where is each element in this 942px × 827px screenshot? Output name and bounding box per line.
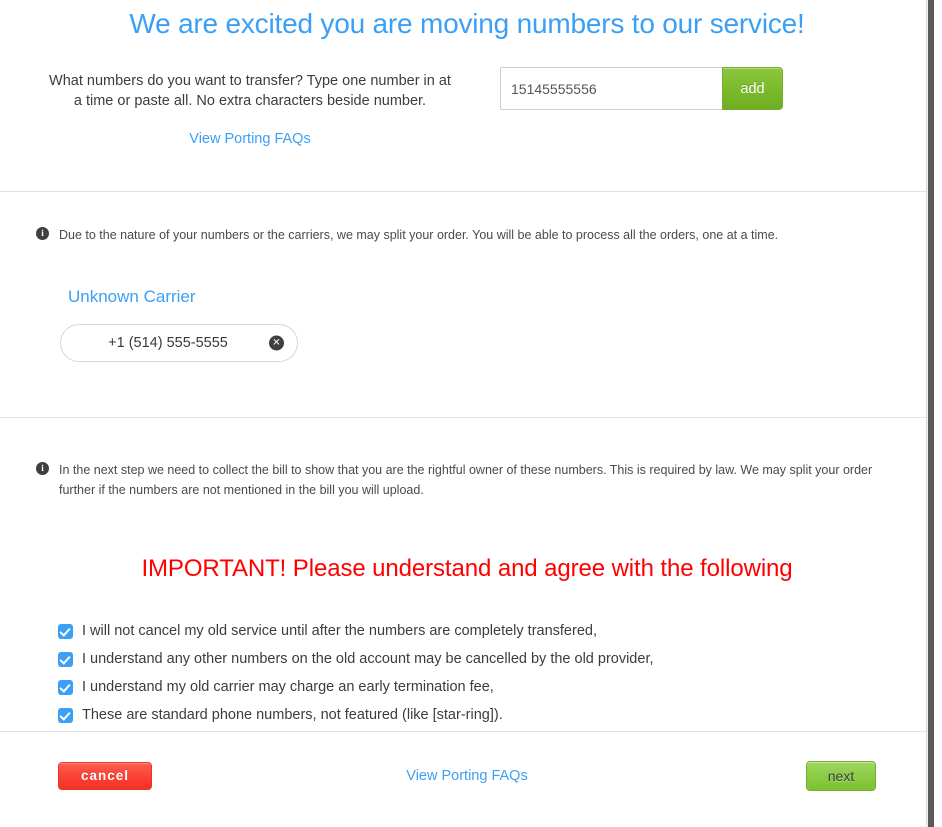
number-entry-group: add bbox=[500, 41, 783, 110]
agreement-item-label: I understand my old carrier may charge a… bbox=[82, 679, 494, 695]
bill-info-text: In the next step we need to collect the … bbox=[59, 463, 873, 497]
phone-number-input[interactable] bbox=[500, 67, 722, 110]
agreement-item-label: I will not cancel my old service until a… bbox=[82, 623, 597, 639]
checkbox-checked-icon[interactable] bbox=[58, 708, 73, 723]
agreement-item-label: I understand any other numbers on the ol… bbox=[82, 651, 654, 667]
footer-bar: cancel View Porting FAQs next bbox=[0, 732, 934, 819]
agreement-section: i In the next step we need to collect th… bbox=[0, 418, 934, 732]
page-title: We are excited you are moving numbers to… bbox=[129, 8, 805, 39]
carrier-name-heading: Unknown Carrier bbox=[68, 287, 196, 306]
carrier-info-row: i Due to the nature of your numbers or t… bbox=[0, 225, 934, 245]
carrier-section: i Due to the nature of your numbers or t… bbox=[0, 192, 934, 418]
checkbox-checked-icon[interactable] bbox=[58, 624, 73, 639]
phone-number-chip-label: +1 (514) 555-5555 bbox=[108, 335, 228, 351]
info-icon: i bbox=[36, 227, 49, 240]
phone-number-chip[interactable]: +1 (514) 555-5555 ✕ bbox=[60, 324, 298, 362]
info-icon: i bbox=[36, 462, 49, 475]
important-heading: IMPORTANT! Please understand and agree w… bbox=[141, 555, 793, 582]
header-body: What numbers do you want to transfer? Ty… bbox=[0, 41, 934, 191]
remove-circle-icon[interactable]: ✕ bbox=[269, 335, 284, 351]
header-section: We are excited you are moving numbers to… bbox=[0, 0, 934, 192]
porting-wizard-page: We are excited you are moving numbers to… bbox=[0, 0, 934, 827]
list-item[interactable]: I understand any other numbers on the ol… bbox=[58, 650, 934, 668]
checkbox-checked-icon[interactable] bbox=[58, 680, 73, 695]
agreement-item-label: These are standard phone numbers, not fe… bbox=[82, 707, 503, 723]
prompt-column: What numbers do you want to transfer? Ty… bbox=[0, 41, 500, 148]
checkbox-checked-icon[interactable] bbox=[58, 652, 73, 667]
carrier-info-text: Due to the nature of your numbers or the… bbox=[59, 228, 779, 242]
scrollbar-thumb[interactable] bbox=[928, 0, 934, 827]
agreement-checklist: I will not cancel my old service until a… bbox=[58, 622, 934, 724]
bill-info-row: i In the next step we need to collect th… bbox=[0, 460, 934, 500]
view-porting-faqs-link-bottom[interactable]: View Porting FAQs bbox=[0, 768, 934, 784]
list-item[interactable]: These are standard phone numbers, not fe… bbox=[58, 706, 934, 724]
list-item[interactable]: I will not cancel my old service until a… bbox=[58, 622, 934, 640]
view-porting-faqs-link-top[interactable]: View Porting FAQs bbox=[189, 131, 310, 147]
next-button[interactable]: next bbox=[806, 760, 876, 791]
list-item[interactable]: I understand my old carrier may charge a… bbox=[58, 678, 934, 696]
prompt-text: What numbers do you want to transfer? Ty… bbox=[49, 73, 451, 109]
vertical-scrollbar[interactable] bbox=[926, 0, 934, 827]
add-number-button[interactable]: add bbox=[722, 67, 783, 110]
